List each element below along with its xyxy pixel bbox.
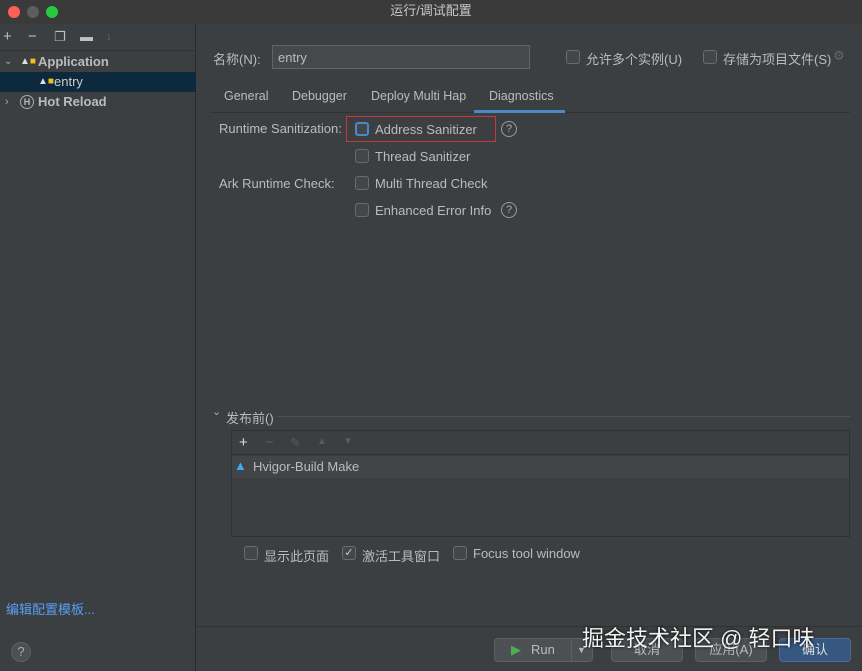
copy-icon[interactable]: ❐ (54, 29, 66, 45)
edit-templates-link[interactable]: 编辑配置模板... (6, 599, 95, 618)
add-task-icon[interactable]: + (239, 434, 248, 451)
sort-icon[interactable]: ↓ (106, 29, 112, 43)
enhanced-error-info-checkbox[interactable] (355, 203, 369, 217)
activate-tool-checkbox[interactable]: ✓ (342, 546, 356, 560)
help-icon[interactable]: ? (501, 121, 517, 137)
runtime-sanitization-label: Runtime Sanitization: (219, 121, 342, 136)
before-launch-list: + − ✎ ▲ ▼ ▲ Hvigor-Build Make (231, 430, 850, 537)
entry-icon: ▲■ (38, 76, 54, 87)
remove-task-icon[interactable]: − (265, 434, 274, 451)
hvigor-icon: ▲ (234, 458, 247, 473)
ark-runtime-check-label: Ark Runtime Check: (219, 176, 335, 191)
before-launch-title: 发布前() (226, 411, 274, 426)
tree-item-application[interactable]: ⌄ ▲■ Application (0, 52, 196, 72)
show-page-checkbox[interactable] (244, 546, 258, 560)
remove-icon[interactable]: − (28, 28, 37, 45)
tree-item-entry[interactable]: ▲■ entry (0, 72, 196, 92)
window-title: 运行/调试配置 (390, 3, 472, 18)
enhanced-error-info-label: Enhanced Error Info (375, 203, 492, 218)
tab-debugger[interactable]: Debugger (292, 89, 347, 103)
close-window-button[interactable] (8, 6, 20, 18)
add-icon[interactable]: + (3, 28, 12, 45)
chevron-down-icon: ⌄ (4, 56, 13, 67)
address-sanitizer-checkbox[interactable] (355, 122, 369, 136)
focus-tool-label: Focus tool window (473, 546, 580, 561)
move-up-icon[interactable]: ▲ (317, 436, 327, 447)
play-icon: ▶ (511, 642, 521, 657)
chevron-right-icon: › (5, 96, 9, 108)
gear-icon[interactable]: ⚙ (833, 48, 845, 64)
active-tab-indicator (474, 110, 565, 113)
edit-task-icon[interactable]: ✎ (290, 435, 301, 451)
help-icon[interactable]: ? (501, 202, 517, 218)
allow-multiple-checkbox[interactable] (566, 50, 580, 64)
title-bar: 运行/调试配置 (0, 0, 862, 24)
tree-item-hot-reload[interactable]: › H Hot Reload (0, 92, 196, 112)
run-button[interactable]: ▶ Run ▼ (494, 638, 593, 662)
hot-reload-icon: H (20, 95, 34, 109)
thread-sanitizer-checkbox[interactable] (355, 149, 369, 163)
address-sanitizer-label: Address Sanitizer (375, 122, 477, 137)
sidebar (0, 24, 196, 671)
list-item[interactable]: ▲ Hvigor-Build Make (232, 456, 849, 478)
tab-deploy-multi-hap[interactable]: Deploy Multi Hap (371, 89, 466, 103)
new-folder-icon[interactable]: ▬ (80, 29, 93, 44)
maximize-window-button[interactable] (46, 6, 58, 18)
tab-general[interactable]: General (224, 89, 268, 103)
chevron-down-icon[interactable]: ⌄ (212, 405, 221, 418)
store-as-file-checkbox[interactable] (703, 50, 717, 64)
thread-sanitizer-label: Thread Sanitizer (375, 149, 471, 164)
multi-thread-check-label: Multi Thread Check (375, 176, 488, 191)
move-down-icon[interactable]: ▼ (343, 436, 353, 447)
help-button[interactable]: ? (11, 642, 31, 662)
name-input[interactable] (272, 45, 530, 69)
watermark: 掘金技术社区 @ 轻口味 (582, 626, 815, 651)
activate-tool-label: 激活工具窗口 (362, 549, 441, 564)
show-page-label: 显示此页面 (264, 549, 330, 564)
tab-diagnostics[interactable]: Diagnostics (489, 89, 554, 103)
minimize-window-button[interactable] (27, 6, 39, 18)
focus-tool-checkbox[interactable] (453, 546, 467, 560)
multi-thread-check-checkbox[interactable] (355, 176, 369, 190)
application-icon: ▲■ (20, 56, 36, 67)
store-as-file-label: 存储为项目文件(S) (723, 52, 832, 67)
allow-multiple-label: 允许多个实例(U) (586, 52, 683, 67)
name-label: 名称(N): (213, 52, 261, 67)
